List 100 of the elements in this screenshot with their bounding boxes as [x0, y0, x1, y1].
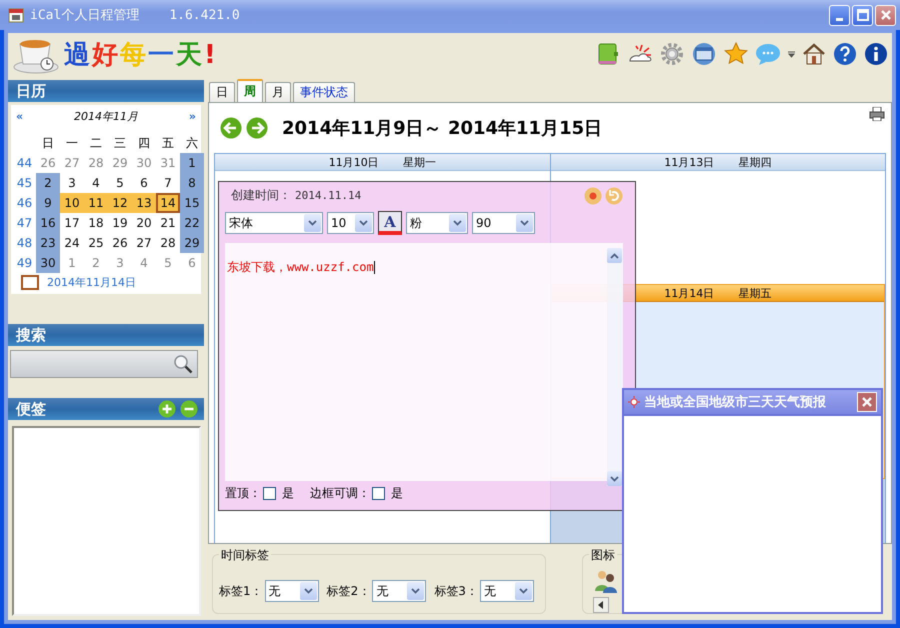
view-tab[interactable]: 日: [209, 82, 235, 102]
help-icon[interactable]: [833, 42, 857, 66]
close-icon[interactable]: [880, 9, 892, 21]
day-header[interactable]: 11月10日 星期一: [215, 154, 550, 171]
checkbox[interactable]: [263, 486, 276, 500]
calendar-day[interactable]: 15: [180, 193, 204, 213]
color-dropdown[interactable]: 粉: [406, 212, 468, 234]
info-icon[interactable]: [864, 42, 888, 66]
calendar-day[interactable]: 14: [156, 193, 180, 213]
today-link[interactable]: 2014年11月14日: [47, 275, 136, 290]
calendar-day[interactable]: 19: [108, 213, 132, 233]
close-button[interactable]: [857, 392, 877, 412]
calendar-day[interactable]: 29: [108, 153, 132, 173]
calendar-day[interactable]: 30: [132, 153, 156, 173]
calendar-day[interactable]: 2: [36, 173, 60, 193]
group-title: 图标: [589, 547, 617, 564]
calendar-day[interactable]: 29: [180, 233, 204, 253]
calendar-day[interactable]: 4: [132, 253, 156, 273]
calendar-day[interactable]: 3: [108, 253, 132, 273]
book-icon[interactable]: [596, 42, 620, 66]
calendar-day[interactable]: 27: [60, 153, 84, 173]
printer-icon[interactable]: [869, 107, 885, 121]
calendar-day[interactable]: 17: [60, 213, 84, 233]
calendar-day[interactable]: 8: [180, 173, 204, 193]
tag-dropdown[interactable]: 无: [264, 580, 319, 602]
calendar-day[interactable]: 10: [60, 193, 84, 213]
star-icon[interactable]: [724, 42, 748, 66]
calendar-day[interactable]: 1: [60, 253, 84, 273]
next-month-link[interactable]: »: [188, 110, 196, 122]
maximize-button[interactable]: [852, 4, 873, 26]
text-color-button[interactable]: A: [378, 211, 402, 235]
calendar-day[interactable]: 6: [132, 173, 156, 193]
calendar-day[interactable]: 26: [36, 153, 60, 173]
scroll-left-button[interactable]: [593, 597, 609, 613]
chevron-down-icon[interactable]: [610, 476, 619, 482]
chevron-down-icon[interactable]: [411, 588, 420, 594]
calendar-day[interactable]: 24: [60, 233, 84, 253]
dropdown-caret-icon[interactable]: [788, 50, 795, 58]
day-header[interactable]: 11月13日 星期四: [550, 154, 885, 171]
calendar-day[interactable]: 6: [180, 253, 204, 273]
chevron-down-icon[interactable]: [359, 220, 368, 226]
gear-icon[interactable]: [660, 42, 684, 66]
chevron-down-icon[interactable]: [308, 220, 317, 226]
calendar-day[interactable]: 12: [108, 193, 132, 213]
calendar-day[interactable]: 23: [36, 233, 60, 253]
weekday-label: 三: [113, 134, 127, 152]
search-field[interactable]: [10, 350, 198, 378]
chevron-up-icon[interactable]: [610, 252, 619, 258]
chevron-down-icon[interactable]: [518, 588, 528, 594]
view-tab[interactable]: 周: [237, 79, 263, 102]
checkbox[interactable]: [372, 486, 385, 500]
tag-dropdown[interactable]: 无: [372, 580, 426, 602]
scrollbar[interactable]: [607, 248, 623, 486]
calendar-day[interactable]: 5: [156, 253, 180, 273]
calendar-day[interactable]: 5: [108, 173, 132, 193]
left-arrow-icon[interactable]: [598, 601, 604, 609]
day-date: 11月13日: [664, 154, 714, 170]
calendar-day[interactable]: 22: [180, 213, 204, 233]
size-dropdown[interactable]: 10: [327, 212, 374, 234]
calendar-day[interactable]: 3: [60, 173, 84, 193]
view-tab[interactable]: 事件状态: [293, 82, 355, 102]
calendar-day[interactable]: 9: [36, 193, 60, 213]
note-field[interactable]: 东坡下载，www.uzzf.com: [225, 243, 623, 481]
view-tab[interactable]: 月: [265, 82, 291, 102]
calendar-day[interactable]: 16: [36, 213, 60, 233]
calendar-day[interactable]: 13: [132, 193, 156, 213]
calendar-day[interactable]: 2: [84, 253, 108, 273]
close-icon[interactable]: [861, 396, 873, 408]
calendar-day[interactable]: 7: [156, 173, 180, 193]
opacity-dropdown[interactable]: 90: [472, 212, 535, 234]
window-icon[interactable]: [691, 42, 717, 66]
close-button[interactable]: [875, 4, 896, 26]
minimize-button[interactable]: [829, 4, 850, 26]
calendar-day[interactable]: 27: [132, 233, 156, 253]
search-icon[interactable]: [173, 354, 193, 374]
calendar-day[interactable]: 18: [84, 213, 108, 233]
maximize-icon[interactable]: [856, 8, 868, 20]
calendar-day[interactable]: 26: [108, 233, 132, 253]
people-icon[interactable]: [593, 569, 619, 593]
calendar-day[interactable]: 31: [156, 153, 180, 173]
calendar-day[interactable]: 1: [180, 153, 204, 173]
record-icon[interactable]: [584, 186, 602, 204]
calendar-day[interactable]: 28: [156, 233, 180, 253]
chevron-down-icon[interactable]: [520, 220, 529, 226]
calendar-day[interactable]: 28: [84, 153, 108, 173]
notes-list[interactable]: [12, 426, 201, 616]
calendar-day[interactable]: 20: [132, 213, 156, 233]
calendar-day[interactable]: 30: [36, 253, 60, 273]
calendar-day[interactable]: 25: [84, 233, 108, 253]
calendar-day[interactable]: 11: [84, 193, 108, 213]
previous-month-link[interactable]: «: [16, 110, 24, 122]
calendar-day[interactable]: 4: [84, 173, 108, 193]
chevron-down-icon[interactable]: [304, 588, 313, 594]
calendar-day[interactable]: 21: [156, 213, 180, 233]
remove-icon[interactable]: [180, 400, 198, 418]
tag-dropdown[interactable]: 无: [480, 580, 534, 602]
home-icon[interactable]: [802, 42, 826, 66]
chevron-down-icon[interactable]: [453, 220, 462, 226]
font-dropdown[interactable]: 宋体: [225, 212, 323, 234]
add-icon[interactable]: [158, 400, 176, 418]
